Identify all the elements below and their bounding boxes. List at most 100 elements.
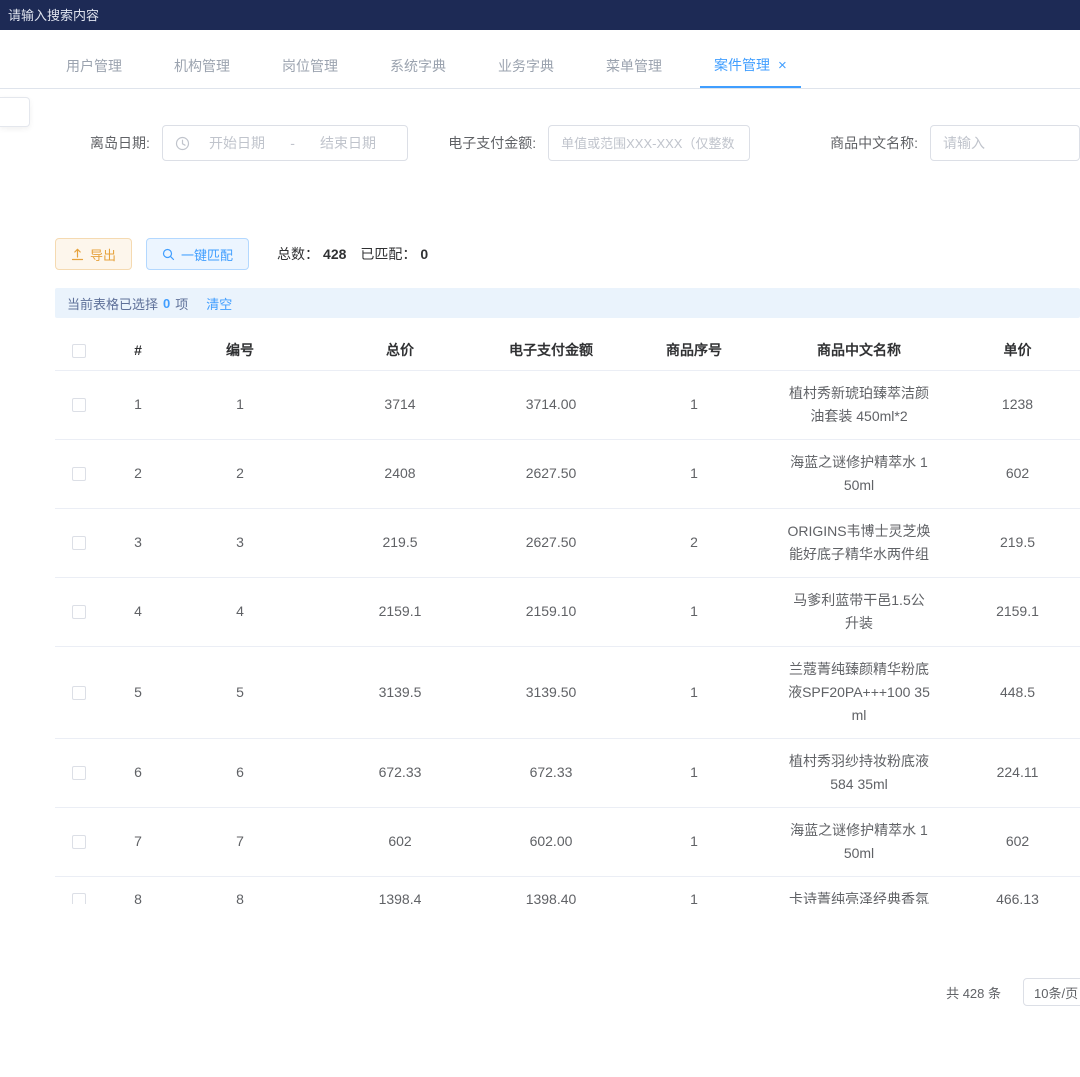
row-checkbox[interactable] <box>72 467 86 481</box>
column-header: 商品中文名称 <box>779 330 939 370</box>
table-cell: 2159.1 <box>307 577 493 646</box>
select-all-checkbox[interactable] <box>72 344 86 358</box>
product-name-input[interactable] <box>930 125 1080 161</box>
table-cell: 2 <box>173 439 307 508</box>
table-cell: 1 <box>609 370 779 439</box>
row-checkbox-cell <box>55 577 103 646</box>
column-header: 编号 <box>173 330 307 370</box>
selection-count: 0 <box>163 296 170 311</box>
tab-6[interactable]: 菜单管理 <box>592 44 676 88</box>
search-match-icon <box>162 248 175 261</box>
table-row: 1137143714.001植村秀新琥珀臻萃洁颜油套装 450ml*21238 <box>55 370 1080 439</box>
table-row: 77602602.001海蓝之谜修护精萃水 150ml602 <box>55 807 1080 876</box>
tab-label: 案件管理 <box>714 44 770 86</box>
table-cell: 2627.50 <box>493 508 609 577</box>
table-cell: 602 <box>939 807 1080 876</box>
row-checkbox-cell <box>55 508 103 577</box>
clear-selection-link[interactable]: 清空 <box>206 294 232 313</box>
filter-row: 离岛日期: 开始日期 - 结束日期 电子支付金额: 商品中文名称: <box>0 125 1080 161</box>
one-click-match-button[interactable]: 一键匹配 <box>146 238 249 270</box>
table-cell: 卡诗菁纯亮泽经典香氛 <box>779 876 939 904</box>
table-cell: 602 <box>939 439 1080 508</box>
date-start-placeholder[interactable]: 开始日期 <box>190 133 284 153</box>
table-cell: 海蓝之谜修护精萃水 150ml <box>779 807 939 876</box>
export-button-label: 导出 <box>90 245 116 264</box>
collapse-toggle[interactable] <box>0 97 30 127</box>
selection-suffix: 项 <box>175 294 188 313</box>
table-cell: 1 <box>609 738 779 807</box>
total-value: 428 <box>323 246 346 262</box>
export-button[interactable]: 导出 <box>55 238 132 270</box>
table-cell: ORIGINS韦博士灵芝焕能好底子精华水两件组 <box>779 508 939 577</box>
row-checkbox[interactable] <box>72 398 86 412</box>
date-range-picker[interactable]: 开始日期 - 结束日期 <box>162 125 408 161</box>
pagination-total: 共 428 条 <box>946 983 1001 1002</box>
column-header: 电子支付金额 <box>493 330 609 370</box>
tab-1[interactable]: 用户管理 <box>52 44 136 88</box>
table-cell: 1 <box>103 370 173 439</box>
row-checkbox[interactable] <box>72 605 86 619</box>
table-cell: 219.5 <box>307 508 493 577</box>
tab-label: 业务字典 <box>498 45 554 87</box>
tab-3[interactable]: 岗位管理 <box>268 44 352 88</box>
page-size-select[interactable]: 10条/页 <box>1023 978 1080 1006</box>
amount-input[interactable] <box>548 125 750 161</box>
table-cell: 3 <box>173 508 307 577</box>
table-cell: 4 <box>103 577 173 646</box>
row-checkbox[interactable] <box>72 766 86 780</box>
tab-bar: 用户管理机构管理岗位管理系统字典业务字典 菜单管理 案件管理 × <box>0 45 1080 89</box>
table-row: 2224082627.501海蓝之谜修护精萃水 150ml602 <box>55 439 1080 508</box>
table-row: 442159.12159.101马爹利蓝带干邑1.5公升装2159.1 <box>55 577 1080 646</box>
table-cell: 6 <box>173 738 307 807</box>
table-cell: 3714 <box>307 370 493 439</box>
date-end-placeholder[interactable]: 结束日期 <box>301 133 395 153</box>
table-cell: 8 <box>103 876 173 904</box>
tab-4[interactable]: 系统字典 <box>376 44 460 88</box>
table-cell: 2 <box>609 508 779 577</box>
table-cell: 6 <box>103 738 173 807</box>
table-cell: 672.33 <box>307 738 493 807</box>
table-cell: 602 <box>307 807 493 876</box>
table-cell: 5 <box>173 646 307 738</box>
table-cell: 1238 <box>939 370 1080 439</box>
count-summary: 总数： 428 已匹配： 0 <box>277 244 428 264</box>
table-row: 881398.41398.401卡诗菁纯亮泽经典香氛466.13 <box>55 876 1080 904</box>
top-navbar <box>0 0 1080 30</box>
row-checkbox-cell <box>55 807 103 876</box>
table-cell: 2408 <box>307 439 493 508</box>
row-checkbox-cell <box>55 876 103 904</box>
toolbar: 导出 一键匹配 总数： 428 已匹配： 0 <box>55 238 1080 270</box>
row-checkbox-cell <box>55 370 103 439</box>
row-checkbox[interactable] <box>72 536 86 550</box>
table-cell: 植村秀新琥珀臻萃洁颜油套装 450ml*2 <box>779 370 939 439</box>
table-cell: 466.13 <box>939 876 1080 904</box>
table-cell: 3139.5 <box>307 646 493 738</box>
table-cell: 植村秀羽纱持妆粉底液 584 35ml <box>779 738 939 807</box>
table-cell: 3139.50 <box>493 646 609 738</box>
tab-label: 菜单管理 <box>606 45 662 87</box>
one-click-match-label: 一键匹配 <box>181 245 233 264</box>
data-table-container: #编号总价电子支付金额商品序号商品中文名称单价 1137143714.001植村… <box>55 330 1080 904</box>
tab-close-icon[interactable]: × <box>778 58 787 73</box>
table-cell: 7 <box>103 807 173 876</box>
table-cell: 224.11 <box>939 738 1080 807</box>
table-cell: 219.5 <box>939 508 1080 577</box>
table-cell: 2 <box>103 439 173 508</box>
row-checkbox[interactable] <box>72 835 86 849</box>
tab-7[interactable]: 案件管理 × <box>700 44 801 88</box>
row-checkbox-cell <box>55 439 103 508</box>
table-cell: 1 <box>609 876 779 904</box>
table-cell: 448.5 <box>939 646 1080 738</box>
global-search-input[interactable] <box>8 8 228 23</box>
row-checkbox[interactable] <box>72 686 86 700</box>
tab-5[interactable]: 业务字典 <box>484 44 568 88</box>
selection-bar: 当前表格已选择 0 项 清空 <box>55 288 1080 318</box>
table-row: 553139.53139.501兰蔻菁纯臻颜精华粉底液SPF20PA+++100… <box>55 646 1080 738</box>
table-cell: 2627.50 <box>493 439 609 508</box>
export-icon <box>71 248 84 261</box>
row-checkbox[interactable] <box>72 893 86 904</box>
data-table: #编号总价电子支付金额商品序号商品中文名称单价 1137143714.001植村… <box>55 330 1080 904</box>
row-checkbox-cell <box>55 738 103 807</box>
tab-label: 岗位管理 <box>282 45 338 87</box>
tab-2[interactable]: 机构管理 <box>160 44 244 88</box>
